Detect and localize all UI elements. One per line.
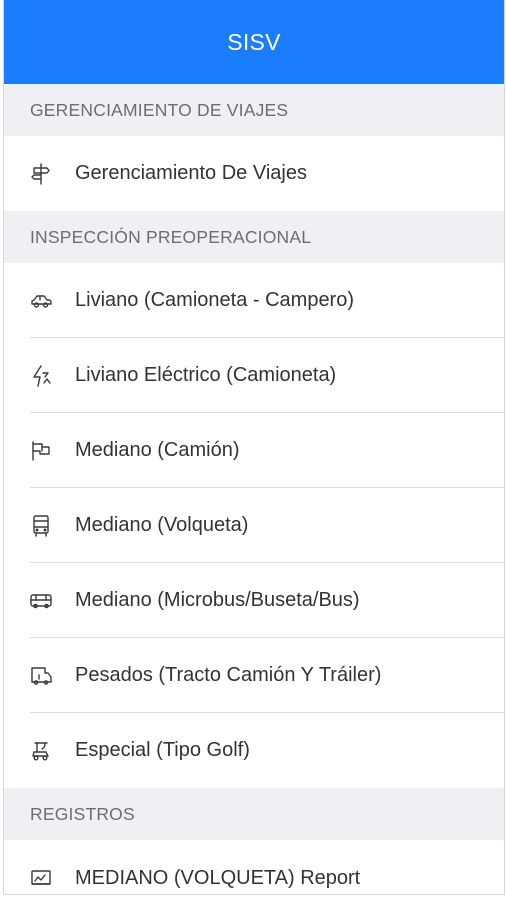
car-icon — [28, 288, 54, 314]
section-header-inspeccion: INSPECCIÓN PREOPERACIONAL — [4, 211, 504, 263]
menu-item-label: MEDIANO (VOLQUETA) Report — [75, 867, 361, 889]
truck-front-icon — [28, 513, 54, 539]
section-header-registros: REGISTROS — [4, 788, 504, 840]
flag-icon — [28, 438, 54, 464]
app-header: SISV — [4, 0, 504, 84]
side-menu: SISV GERENCIAMIENTO DE VIAJES Gerenciami… — [3, 0, 505, 895]
report-icon — [28, 864, 54, 890]
trailer-icon — [28, 663, 54, 689]
section-header-gerenciamiento: GERENCIAMIENTO DE VIAJES — [4, 84, 504, 136]
menu-item-label: Liviano Eléctrico (Camioneta) — [75, 364, 337, 386]
golf-cart-icon — [28, 738, 54, 764]
menu-item-label: Mediano (Camión) — [75, 439, 240, 461]
menu-item-label: Mediano (Volqueta) — [75, 514, 249, 536]
menu-item-liviano-camioneta[interactable]: Liviano (Camioneta - Campero) — [4, 263, 504, 338]
menu-item-mediano-camion[interactable]: Mediano (Camión) — [4, 413, 504, 488]
menu-item-mediano-volqueta[interactable]: Mediano (Volqueta) — [4, 488, 504, 563]
menu-item-liviano-electrico[interactable]: Liviano Eléctrico (Camioneta) — [4, 338, 504, 413]
menu-item-gerenciamiento-de-viajes[interactable]: Gerenciamiento De Viajes — [4, 136, 504, 211]
menu-item-label: Mediano (Microbus/Buseta/Bus) — [75, 589, 360, 611]
app-title: SISV — [227, 28, 281, 55]
signpost-icon — [28, 161, 54, 187]
menu-item-mediano-volqueta-report[interactable]: MEDIANO (VOLQUETA) Report — [4, 840, 504, 892]
menu-item-label: Gerenciamiento De Viajes — [75, 162, 307, 184]
flash-icon — [28, 363, 54, 389]
menu-item-especial-golf[interactable]: Especial (Tipo Golf) — [4, 713, 504, 788]
menu-item-label: Liviano (Camioneta - Campero) — [75, 289, 355, 311]
menu-item-pesados-tracto[interactable]: Pesados (Tracto Camión Y Tráiler) — [4, 638, 504, 713]
bus-icon — [28, 588, 54, 614]
menu-item-mediano-microbus[interactable]: Mediano (Microbus/Buseta/Bus) — [4, 563, 504, 638]
menu-item-label: Especial (Tipo Golf) — [75, 739, 250, 761]
menu-item-label: Pesados (Tracto Camión Y Tráiler) — [75, 664, 382, 686]
